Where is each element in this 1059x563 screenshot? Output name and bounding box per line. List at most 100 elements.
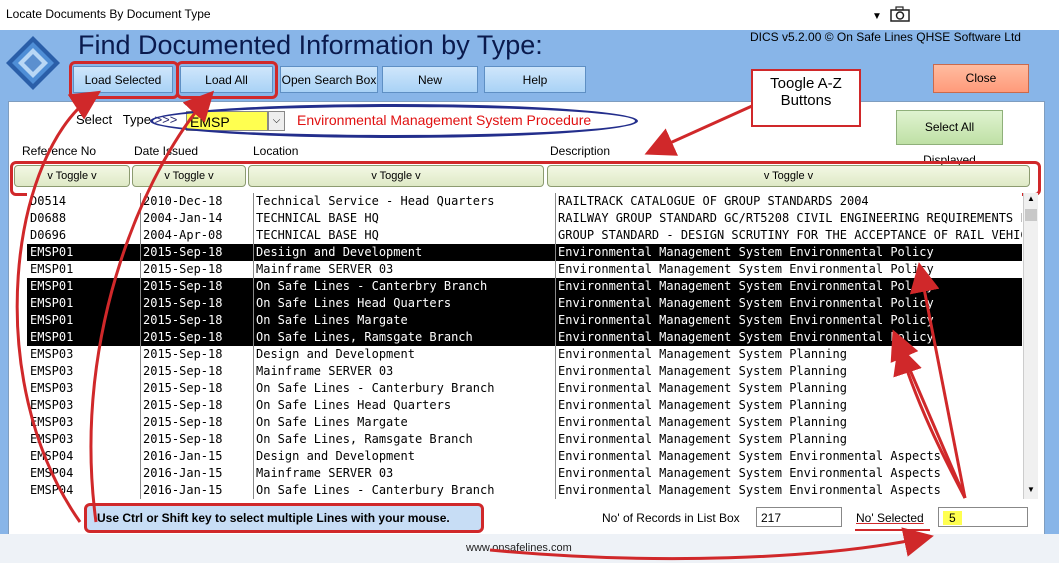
new-button[interactable]: New xyxy=(382,66,478,93)
cell-location: On Safe Lines Head Quarters xyxy=(256,398,452,412)
table-row[interactable]: EMSP03 2015-Sep-18 Design and Development E… xyxy=(27,346,1022,363)
table-row[interactable]: D0688 2004-Jan-14 TECHNICAL BASE HQ RAILWAY… xyxy=(27,210,1022,227)
toggle-row-highlight xyxy=(10,161,1041,196)
app-logo-icon xyxy=(6,36,60,90)
selected-label: No' Selected xyxy=(856,511,924,525)
cell-location: Mainframe SERVER 03 xyxy=(256,466,394,480)
cell-reference: EMSP03 xyxy=(30,398,74,412)
cell-date: 2016-Jan-15 xyxy=(143,466,223,480)
cell-date: 2010-Dec-18 xyxy=(143,194,223,208)
toggle-annotation-box: Toogle A-Z Buttons xyxy=(751,69,861,127)
cell-date: 2015-Sep-18 xyxy=(143,381,223,395)
cell-description: Environmental Management System Planning xyxy=(558,398,847,412)
table-row[interactable]: EMSP03 2015-Sep-18 On Safe Lines Head Quar… xyxy=(27,397,1022,414)
cell-location: On Safe Lines, Ramsgate Branch xyxy=(256,330,473,344)
cell-description: Environmental Management System Planning xyxy=(558,347,847,361)
window-titlebar: Locate Documents By Document Type ▼ xyxy=(0,0,1059,30)
new-label: New xyxy=(417,73,442,87)
cell-location: On Safe Lines - Canterbry Branch xyxy=(256,279,488,293)
vertical-scrollbar[interactable]: ▲ ▼ xyxy=(1023,193,1038,499)
table-row[interactable]: EMSP04 2016-Jan-15 Mainframe SERVER 03 Envi… xyxy=(27,465,1022,482)
open-search-label: Open Search Box xyxy=(281,73,377,87)
cell-date: 2015-Sep-18 xyxy=(143,330,223,344)
dropdown-arrow-icon[interactable]: ▼ xyxy=(872,11,882,22)
table-row[interactable]: EMSP01 2015-Sep-18 Mainframe SERVER 03 Envi… xyxy=(27,261,1022,278)
cell-location: TECHNICAL BASE HQ xyxy=(256,228,379,242)
cell-description: Environmental Management System Environm… xyxy=(558,245,934,259)
cell-reference: EMSP03 xyxy=(30,347,74,361)
cell-location: On Safe Lines Head Quarters xyxy=(256,296,452,310)
table-row[interactable]: EMSP03 2015-Sep-18 On Safe Lines - Canterb… xyxy=(27,380,1022,397)
cell-description: Environmental Management System Planning xyxy=(558,415,847,429)
cell-reference: EMSP01 xyxy=(30,330,74,344)
close-button[interactable]: Close xyxy=(933,64,1029,93)
table-row[interactable]: EMSP01 2015-Sep-18 On Safe Lines Head Quar… xyxy=(27,295,1022,312)
column-divider xyxy=(555,193,556,499)
table-row[interactable]: EMSP01 2015-Sep-18 Desiign and Development… xyxy=(27,244,1022,261)
cell-location: Design and Development xyxy=(256,449,415,463)
cell-description: Environmental Management System Environm… xyxy=(558,449,941,463)
open-search-button[interactable]: Open Search Box xyxy=(280,66,378,93)
cell-reference: EMSP04 xyxy=(30,483,74,497)
cell-reference: EMSP03 xyxy=(30,432,74,446)
scroll-up-icon[interactable]: ▲ xyxy=(1024,194,1038,203)
cell-reference: EMSP01 xyxy=(30,313,74,327)
table-row[interactable]: EMSP03 2015-Sep-18 Mainframe SERVER 03 Envi… xyxy=(27,363,1022,380)
cell-reference: EMSP01 xyxy=(30,245,74,259)
document-list[interactable]: D0514 2010-Dec-18 Technical Service - Head… xyxy=(27,193,1022,499)
cell-reference: EMSP01 xyxy=(30,262,74,276)
cell-date: 2015-Sep-18 xyxy=(143,296,223,310)
table-row[interactable]: D0696 2004-Apr-08 TECHNICAL BASE HQ GROUP S… xyxy=(27,227,1022,244)
cell-location: TECHNICAL BASE HQ xyxy=(256,211,379,225)
cell-date: 2015-Sep-18 xyxy=(143,313,223,327)
table-row[interactable]: EMSP01 2015-Sep-18 On Safe Lines Margate En… xyxy=(27,312,1022,329)
cell-description: GROUP STANDARD - DESIGN SCRUTINY FOR THE… xyxy=(558,228,1022,242)
table-row[interactable]: EMSP01 2015-Sep-18 On Safe Lines - Canterb… xyxy=(27,278,1022,295)
footer-bar: www.onsafelines.com xyxy=(0,534,1059,563)
records-count: 217 xyxy=(756,507,842,527)
column-header-reference: Reference No xyxy=(22,144,97,158)
cell-date: 2004-Jan-14 xyxy=(143,211,223,225)
cell-date: 2015-Sep-18 xyxy=(143,262,223,276)
scroll-down-icon[interactable]: ▼ xyxy=(1024,485,1038,494)
cell-location: On Safe Lines - Canterbury Branch xyxy=(256,381,495,395)
load-all-highlight xyxy=(176,61,278,99)
type-label: Type xyxy=(122,112,151,127)
scrollbar-thumb[interactable] xyxy=(1025,209,1037,221)
cell-description: Environmental Management System Planning xyxy=(558,432,847,446)
cell-description: Environmental Management System Environm… xyxy=(558,330,934,344)
column-divider xyxy=(140,193,141,499)
load-selected-highlight xyxy=(69,61,179,99)
cell-date: 2015-Sep-18 xyxy=(143,415,223,429)
cell-description: Environmental Management System Planning xyxy=(558,381,847,395)
window-title: Locate Documents By Document Type xyxy=(6,7,211,21)
version-label: DICS v5.2.00 © On Safe Lines QHSE Softwa… xyxy=(750,30,1021,44)
close-label: Close xyxy=(965,71,997,85)
cell-description: Environmental Management System Environm… xyxy=(558,296,934,310)
cell-reference: D0514 xyxy=(30,194,67,208)
cell-location: Mainframe SERVER 03 xyxy=(256,364,394,378)
column-header-location: Location xyxy=(253,144,299,158)
cell-location: On Safe Lines, Ramsgate Branch xyxy=(256,432,473,446)
cell-date: 2016-Jan-15 xyxy=(143,483,223,497)
table-row[interactable]: EMSP01 2015-Sep-18 On Safe Lines, Ramsgate… xyxy=(27,329,1022,346)
table-row[interactable]: D0514 2010-Dec-18 Technical Service - Head… xyxy=(27,193,1022,210)
cell-reference: EMSP04 xyxy=(30,449,74,463)
table-row[interactable]: EMSP04 2016-Jan-15 Design and Development E… xyxy=(27,448,1022,465)
cell-reference: D0696 xyxy=(30,228,67,242)
main-window: Find Documented Information by Type: DIC… xyxy=(0,30,1059,563)
cell-description: Environmental Management System Environm… xyxy=(558,279,934,293)
cell-date: 2015-Sep-18 xyxy=(143,364,223,378)
cell-reference: EMSP03 xyxy=(30,381,74,395)
table-row[interactable]: EMSP03 2015-Sep-18 On Safe Lines Margate En… xyxy=(27,414,1022,431)
help-button[interactable]: Help xyxy=(484,66,586,93)
cell-description: Environmental Management System Environm… xyxy=(558,313,934,327)
records-label: No' of Records in List Box xyxy=(602,511,740,525)
select-all-displayed-button[interactable]: Select All Displayed xyxy=(896,110,1003,167)
footer-url: www.onsafelines.com xyxy=(466,542,572,554)
selected-count-field: 5 xyxy=(938,507,1028,527)
table-row[interactable]: EMSP03 2015-Sep-18 On Safe Lines, Ramsgate… xyxy=(27,431,1022,448)
camera-icon[interactable] xyxy=(890,6,910,22)
cell-date: 2016-Jan-15 xyxy=(143,449,223,463)
table-row[interactable]: EMSP04 2016-Jan-15 On Safe Lines - Canterb… xyxy=(27,482,1022,499)
